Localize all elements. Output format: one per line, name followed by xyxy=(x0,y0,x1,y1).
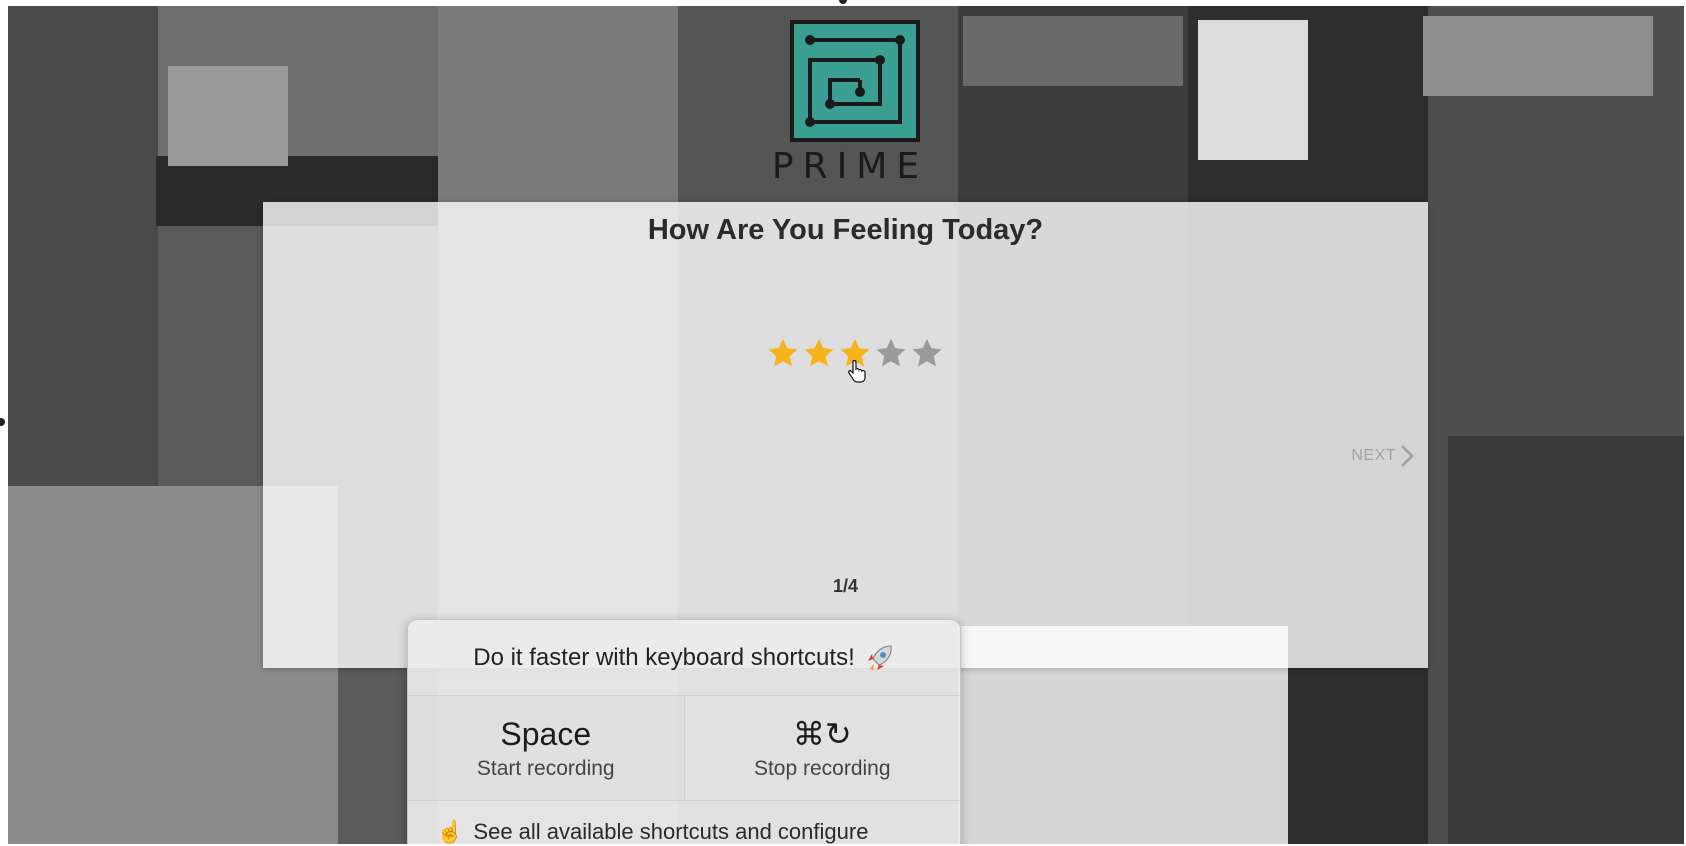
shortcuts-popup-header-label: Do it faster with keyboard shortcuts! xyxy=(473,643,855,671)
shortcut-description: Start recording xyxy=(476,757,615,780)
chevron-right-icon xyxy=(1400,444,1414,468)
window-edge-handle-top xyxy=(839,0,847,4)
star-4-icon[interactable] xyxy=(874,336,908,370)
survey-question-title: How Are You Feeling Today? xyxy=(647,214,1044,246)
hand-cursor-icon xyxy=(848,360,866,383)
shortcuts-popup-header: Do it faster with keyboard shortcuts! xyxy=(408,620,960,696)
rocket-icon xyxy=(867,644,892,671)
star-5-icon[interactable] xyxy=(910,336,944,370)
star-1-icon[interactable] xyxy=(766,336,800,370)
star-2-icon[interactable] xyxy=(802,336,836,370)
shortcut-start-recording[interactable]: Space Start recording xyxy=(408,696,685,800)
window-edge-handle-left xyxy=(0,418,5,426)
see-all-shortcuts-label: See all available shortcuts and configur… xyxy=(473,819,869,844)
shortcut-description: Stop recording xyxy=(753,757,891,780)
question-counter: 1/4 xyxy=(832,576,859,596)
next-button[interactable]: NEXT xyxy=(1351,444,1414,468)
prime-logo-mark xyxy=(790,20,920,142)
app-frame: PRIME How Are You Feeling Today? NEXT 1/… xyxy=(8,6,1684,844)
shortcuts-row: Space Start recording ⌘↻ Stop recording xyxy=(408,696,960,801)
shortcut-key: Space xyxy=(500,716,592,752)
shortcut-stop-recording[interactable]: ⌘↻ Stop recording xyxy=(685,696,961,800)
prime-logo: PRIME xyxy=(765,16,935,188)
shortcut-key: ⌘↻ xyxy=(792,716,852,752)
prime-wordmark: PRIME xyxy=(771,146,929,187)
survey-card: How Are You Feeling Today? NEXT 1/4 xyxy=(263,202,1428,668)
next-button-label: NEXT xyxy=(1351,447,1396,464)
shortcuts-popup: Do it faster with keyboard shortcuts! Sp… xyxy=(407,619,961,844)
see-all-shortcuts-link[interactable]: ☝ See all available shortcuts and config… xyxy=(408,801,960,844)
pointing-hand-icon: ☝ xyxy=(436,819,464,844)
